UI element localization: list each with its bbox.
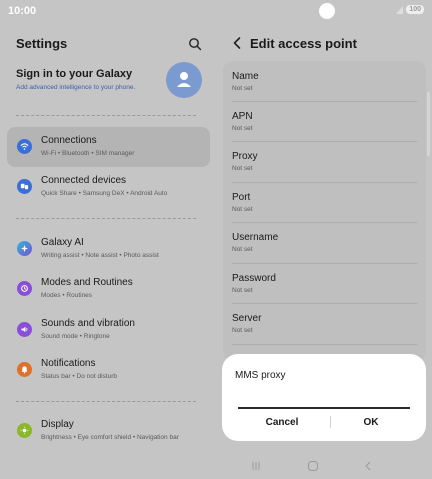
settings-item-label: Display xyxy=(41,419,74,430)
account-sign-in-subtitle[interactable]: Add advanced intelligence to your phone. xyxy=(16,84,135,91)
settings-item-label: Connected devices xyxy=(41,175,127,186)
field-port[interactable]: Port Not set xyxy=(232,192,416,213)
settings-item-label: Sounds and vibration xyxy=(41,318,135,329)
settings-item-sounds[interactable]: Sounds and vibration Sound mode • Ringto… xyxy=(7,310,210,350)
settings-item-display[interactable]: Display Brightness • Eye comfort shield … xyxy=(7,411,210,457)
signal-icon xyxy=(396,5,404,14)
field-value: Not set xyxy=(232,327,253,334)
mms-proxy-input[interactable] xyxy=(238,399,410,409)
field-password[interactable]: Password Not set xyxy=(232,273,416,294)
status-time: 10:00 xyxy=(8,5,37,17)
field-label: Port xyxy=(232,192,251,203)
cancel-button[interactable]: Cancel xyxy=(235,412,329,432)
settings-item-modes-routines[interactable]: Modes and Routines Modes • Routines xyxy=(7,269,210,309)
field-server[interactable]: Server Not set xyxy=(232,313,416,334)
field-value: Not set xyxy=(232,246,253,253)
battery-indicator: 100 xyxy=(406,5,424,14)
settings-item-sub: Quick Share • Samsung DeX • Android Auto xyxy=(41,190,168,197)
scrollbar[interactable] xyxy=(427,92,430,156)
back-arrow-icon[interactable] xyxy=(232,36,242,50)
divider xyxy=(16,115,196,116)
status-bar: 10:00 100 xyxy=(0,0,432,24)
settings-pane: Settings Sign in to your Galaxy Add adva… xyxy=(0,24,216,455)
field-value: Not set xyxy=(232,85,253,92)
field-label: Password xyxy=(232,273,276,284)
field-label: APN xyxy=(232,111,253,122)
ok-button[interactable]: OK xyxy=(324,412,418,432)
field-value: Not set xyxy=(232,206,253,213)
settings-item-sub: Sound mode • Ringtone xyxy=(41,333,110,340)
field-username[interactable]: Username Not set xyxy=(232,232,416,253)
settings-item-label: Notifications xyxy=(41,358,96,369)
status-icons: 100 xyxy=(396,5,424,14)
divider xyxy=(232,101,417,102)
settings-item-sub: Brightness • Eye comfort shield • Naviga… xyxy=(41,434,179,441)
field-proxy[interactable]: Proxy Not set xyxy=(232,151,416,172)
back-icon[interactable] xyxy=(364,461,372,471)
settings-item-sub: Wi-Fi • Bluetooth • SIM manager xyxy=(41,150,135,157)
field-label: Name xyxy=(232,71,259,82)
avatar[interactable] xyxy=(166,62,202,98)
settings-item-connected-devices[interactable]: Connected devices Quick Share • Samsung … xyxy=(7,167,210,207)
page-title: Edit access point xyxy=(250,36,357,51)
modes-icon xyxy=(17,281,32,296)
dialog-title: MMS proxy xyxy=(235,370,286,381)
settings-item-galaxy-ai[interactable]: Galaxy AI Writing assist • Note assist •… xyxy=(7,229,210,269)
field-label: Proxy xyxy=(232,151,258,162)
field-value: Not set xyxy=(232,125,253,132)
account-sign-in-title[interactable]: Sign in to your Galaxy xyxy=(16,68,132,80)
divider xyxy=(232,182,417,183)
search-icon[interactable] xyxy=(188,37,202,51)
divider xyxy=(232,141,417,142)
settings-item-label: Connections xyxy=(41,135,97,146)
galaxy-ai-icon xyxy=(17,241,32,256)
divider xyxy=(232,263,417,264)
access-point-fields: Name Not set APN Not set Proxy Not set P… xyxy=(223,61,426,361)
divider xyxy=(16,218,196,219)
divider xyxy=(232,222,417,223)
settings-item-sub: Writing assist • Note assist • Photo ass… xyxy=(41,252,159,259)
divider xyxy=(232,344,417,345)
display-icon xyxy=(17,423,32,438)
mms-proxy-dialog: MMS proxy Cancel OK xyxy=(222,354,426,441)
person-icon xyxy=(177,72,191,87)
field-name[interactable]: Name Not set xyxy=(232,71,416,92)
divider xyxy=(16,401,196,402)
page-title: Settings xyxy=(16,36,68,51)
field-value: Not set xyxy=(232,287,253,294)
navigation-bar xyxy=(216,455,432,479)
sound-icon xyxy=(17,322,32,337)
home-icon[interactable] xyxy=(307,460,319,472)
camera-cutout xyxy=(319,3,335,19)
settings-item-label: Galaxy AI xyxy=(41,237,84,248)
connected-devices-icon xyxy=(17,179,32,194)
settings-item-notifications[interactable]: Notifications Status bar • Do not distur… xyxy=(7,350,210,390)
notification-icon xyxy=(17,362,32,377)
recents-icon[interactable] xyxy=(251,461,261,471)
settings-item-connections[interactable]: Connections Wi-Fi • Bluetooth • SIM mana… xyxy=(7,127,210,167)
settings-item-label: Modes and Routines xyxy=(41,277,133,288)
field-value: Not set xyxy=(232,165,253,172)
field-label: Username xyxy=(232,232,279,243)
field-apn[interactable]: APN Not set xyxy=(232,111,416,132)
wifi-icon xyxy=(17,139,32,154)
divider xyxy=(232,303,417,304)
field-label: Server xyxy=(232,313,262,324)
settings-item-sub: Status bar • Do not disturb xyxy=(41,373,117,380)
settings-item-sub: Modes • Routines xyxy=(41,292,93,299)
